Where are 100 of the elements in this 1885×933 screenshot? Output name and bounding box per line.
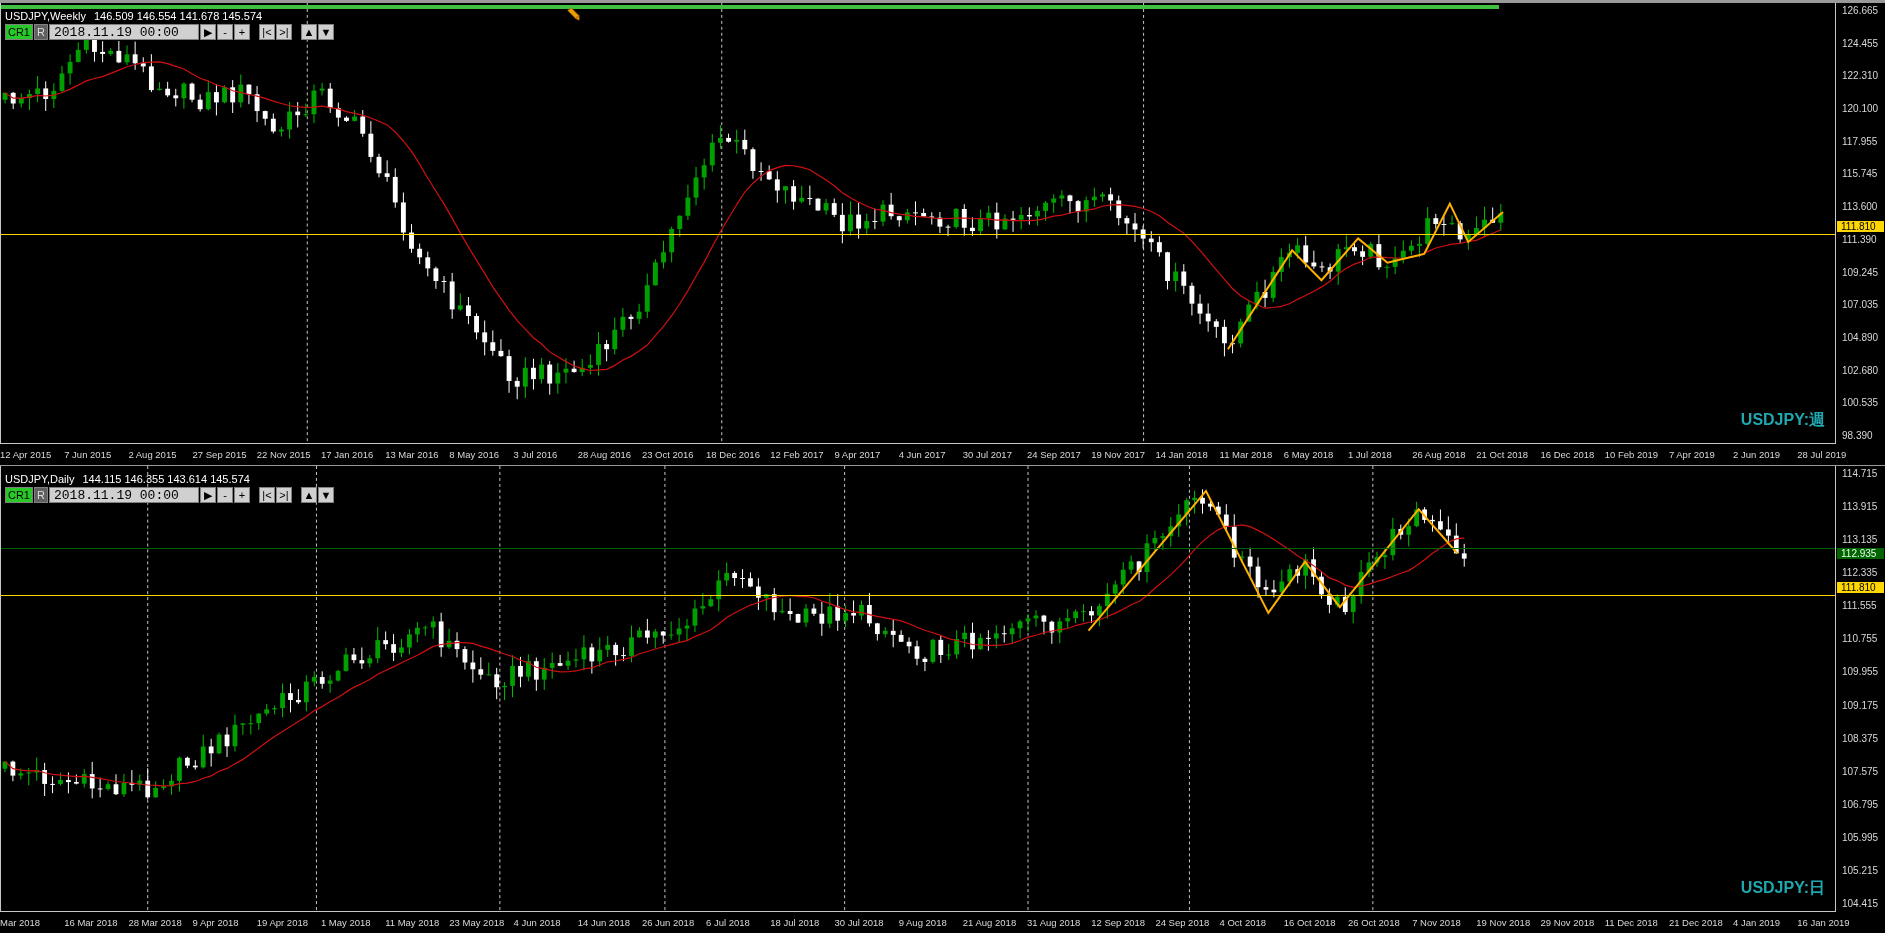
price-tick-label: 120.100 [1841,103,1880,116]
symbol-label: USDJPY:日 [1740,878,1825,899]
zigzag-line[interactable] [1226,201,1505,351]
mode-button[interactable]: R [34,24,48,40]
price-tick-label: 102.680 [1841,364,1880,377]
toolbar-button[interactable]: |< [259,487,275,503]
price-tick-label: 110.755 [1841,633,1879,646]
date-tick-label: 13 Mar 2016 [385,449,440,461]
price-tick-label: 109.175 [1841,699,1880,712]
date-tick-label: 21 Dec 2018 [1668,917,1724,929]
toolbar-button[interactable]: ▼ [318,487,334,503]
price-tick-label: 106.795 [1841,798,1880,811]
toolbar-button[interactable]: ▶ [200,24,216,40]
date-tick-label: 27 Sep 2015 [192,449,248,461]
date-tick-label: 7 Apr 2019 [1668,449,1716,461]
mode-button[interactable]: R [34,487,48,503]
chart-title: USDJPY,Weekly [5,10,86,22]
price-tick-label: 105.995 [1841,831,1880,844]
price-level-label: 111.810 [1837,582,1884,594]
date-tick-label: 19 Nov 2018 [1476,917,1532,929]
date-tick-label: 4 Oct 2018 [1219,917,1268,929]
price-tick-label: 104.415 [1841,898,1880,910]
date-tick-label: 26 Oct 2018 [1347,917,1401,929]
ohlc-values: 144.115 146.355 143.614 145.574 [82,473,250,485]
toolbar-button[interactable]: |< [259,24,275,40]
toolbar-button[interactable]: >| [276,24,292,40]
toolbar-button[interactable]: >| [276,487,292,503]
date-tick-label: 2 Aug 2015 [128,449,178,461]
date-tick-label: 12 Sep 2018 [1091,917,1147,929]
date-tick-label: 31 Aug 2018 [1027,917,1082,929]
date-tick-label: 14 Jun 2018 [577,917,631,929]
toolbar-button[interactable]: ▲ [301,487,317,503]
date-tick-label: 19 Apr 2018 [256,917,309,929]
price-tick-label: 124.455 [1841,37,1880,50]
price-tick-label: 112.335 [1841,567,1879,580]
toolbar-button[interactable]: + [234,487,250,503]
date-tick-label: 16 Mar 2018 [64,917,119,929]
date-tick-label: 12 Apr 2015 [0,449,53,461]
toolbar-button[interactable]: ▲ [301,24,317,40]
chart-title: USDJPY,Daily [5,473,75,485]
date-tick-label: 26 Aug 2018 [1412,449,1467,461]
date-tick-label: 4 Jan 2019 [1733,917,1782,929]
date-tick-label: 24 Sep 2017 [1027,449,1082,461]
price-level-label: 111.810 [1837,221,1884,233]
date-tick-label: 29 Nov 2018 [1540,917,1596,929]
date-tick-label: 30 Jul 2017 [962,449,1013,461]
price-tick-label: 108.375 [1841,732,1880,745]
price-tick-label: 105.215 [1841,864,1880,877]
toolbar-button[interactable]: ▶ [200,487,216,503]
date-tick-label: 21 Oct 2018 [1476,449,1530,461]
toolbar-button[interactable]: - [217,24,233,40]
date-tick-label: 7 Jun 2015 [64,449,113,461]
date-tick-label: 23 Oct 2016 [641,449,695,461]
date-tick-label: 3 Jul 2016 [513,449,559,461]
price-tick-label: 109.955 [1841,666,1880,679]
price-tick-label: 109.245 [1841,266,1880,279]
date-field[interactable]: 2018.11.19 00:00 [49,487,199,503]
date-tick-label: 17 Jan 2016 [320,449,375,461]
price-tick-label: 113.600 [1841,201,1879,214]
date-tick-label: 11 May 2018 [385,917,441,929]
date-tick-label: 4 Jun 2017 [898,449,947,461]
ohlc-values: 146.509 146.554 141.678 145.574 [93,10,263,22]
date-field[interactable]: 2018.11.19 00:00 [49,24,199,40]
profile-button[interactable]: CR1 [5,487,33,503]
toolbar-button[interactable]: ▼ [318,24,334,40]
date-tick-label: 1 Jul 2018 [1347,449,1393,461]
date-tick-label: 14 Jan 2018 [1155,449,1209,461]
date-tick-label: 9 Aug 2018 [898,917,948,929]
date-tick-label: 28 Aug 2016 [577,449,633,461]
date-tick-label: 9 Apr 2017 [834,449,882,461]
symbol-label: USDJPY:週 [1740,410,1825,431]
date-tick-label: 6 May 2018 [1283,449,1335,461]
price-tick-label: 113.915 [1841,501,1879,514]
date-tick-label: 28 Jul 2019 [1797,449,1848,461]
price-tick-label: 111.555 [1841,600,1878,613]
date-tick-label: 16 Jan 2019 [1797,917,1851,929]
price-level-label: 112.935 [1837,548,1884,560]
date-tick-label: 9 Apr 2018 [192,917,240,929]
zigzag-line[interactable] [1087,489,1459,632]
price-tick-label: 117.955 [1841,135,1879,148]
price-tick-label: 122.310 [1841,70,1880,83]
date-tick-label: 26 Jun 2018 [641,917,696,929]
date-tick-label: 11 Dec 2018 [1604,917,1659,929]
date-tick-label: 11 Mar 2018 [1219,449,1274,461]
price-tick-label: 115.745 [1841,168,1879,181]
date-tick-label: 8 May 2016 [449,449,500,461]
date-tick-label: 10 Feb 2019 [1604,449,1660,461]
date-tick-label: 2 Jun 2019 [1733,449,1782,461]
date-tick-label: 18 Dec 2016 [706,449,761,461]
toolbar-button[interactable]: + [234,24,250,40]
toolbar-button[interactable]: - [217,487,233,503]
profile-button[interactable]: CR1 [5,24,33,40]
date-tick-label: 18 Jul 2018 [770,917,821,929]
date-tick-label: 1 May 2018 [320,917,372,929]
price-tick-label: 111.390 [1841,233,1878,246]
pencil-icon[interactable] [565,7,581,21]
date-tick-label: 22 Nov 2015 [256,449,312,461]
date-tick-label: 19 Nov 2017 [1091,449,1147,461]
price-tick-label: 100.535 [1841,397,1880,410]
price-tick-label: 113.135 [1841,534,1879,547]
